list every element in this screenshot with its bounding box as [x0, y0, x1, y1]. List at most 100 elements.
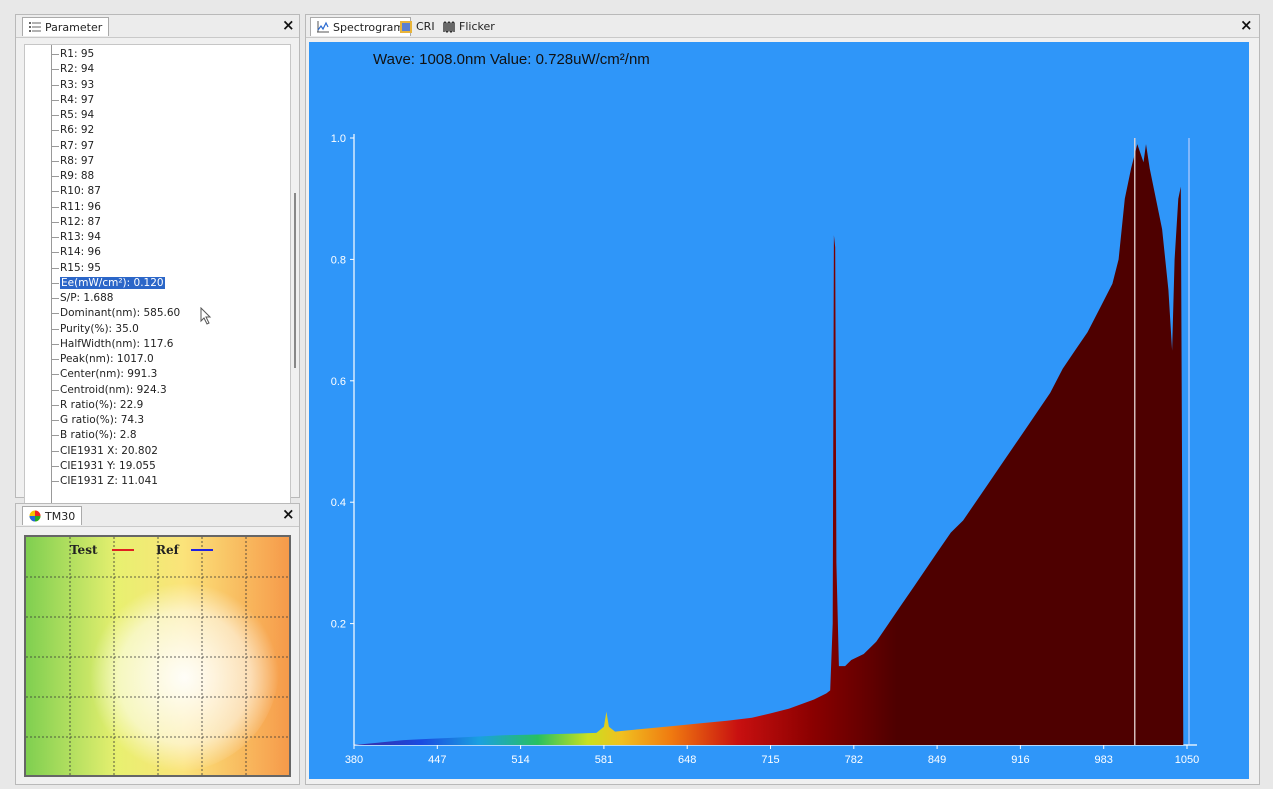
- parameter-item-label: R4: 97: [60, 93, 95, 106]
- spectrogram-chart[interactable]: Wave: 1008.0nm Value: 0.728uW/cm²/nm 380…: [309, 42, 1249, 779]
- tree-connector: [51, 298, 59, 299]
- parameter-item-label: R15: 95: [60, 261, 101, 274]
- parameter-item-label: CIE1931 X: 20.802: [60, 444, 158, 457]
- parameter-item[interactable]: S/P: 1.688: [60, 291, 113, 306]
- spectrogram-tabbar: Spectrogram CRI Flicker ×: [306, 15, 1259, 38]
- tm30-panel: TM30 × Test Ref: [15, 503, 300, 785]
- tree-connector: [51, 359, 59, 360]
- parameter-item[interactable]: R5: 94: [60, 108, 94, 123]
- tree-connector: [51, 313, 59, 315]
- parameter-item[interactable]: R9: 88: [60, 169, 94, 184]
- parameter-item[interactable]: R ratio(%): 22.9: [60, 398, 143, 413]
- parameter-item-label: HalfWidth(nm): 117.6: [60, 337, 174, 350]
- parameter-item[interactable]: Ee(mW/cm²): 0.120: [60, 276, 165, 291]
- parameter-item[interactable]: Center(nm): 991.3: [60, 367, 157, 382]
- parameter-item[interactable]: G ratio(%): 74.3: [60, 413, 144, 428]
- legend-ref-label: Ref: [156, 543, 180, 557]
- spectrum-area: [354, 144, 1184, 746]
- parameter-item-label: B ratio(%): 2.8: [60, 429, 137, 442]
- close-parameter-icon[interactable]: ×: [282, 16, 295, 34]
- x-tick-label: 715: [761, 754, 779, 766]
- parameter-item[interactable]: R13: 94: [60, 230, 101, 245]
- parameter-item-label: S/P: 1.688: [60, 292, 114, 304]
- parameter-item-label: R1: 95: [60, 48, 95, 60]
- tree-connector: [51, 145, 59, 147]
- parameter-item-label: R3: 93: [60, 78, 95, 91]
- parameter-item[interactable]: Purity(%): 35.0: [60, 322, 139, 337]
- parameter-item[interactable]: R11: 96: [60, 200, 101, 215]
- parameter-item-label: CIE1931 Z: 11.041: [60, 475, 158, 487]
- parameter-item-label: Centroid(nm): 924.3: [60, 383, 167, 396]
- tree-connector: [51, 191, 59, 193]
- tree-connector: [51, 160, 59, 162]
- tab-flicker[interactable]: Flicker: [437, 17, 501, 36]
- spectrogram-svg: Wave: 1008.0nm Value: 0.728uW/cm²/nm 380…: [331, 51, 1200, 766]
- tree-connector: [51, 450, 59, 452]
- parameter-item[interactable]: R3: 93: [60, 78, 94, 93]
- tm30-plot: Test Ref: [26, 537, 289, 775]
- parameter-tree[interactable]: R1: 95 R2: 94 R3: 93 R4: 97 R5: 94 R6: 92 R7: …: [24, 44, 291, 504]
- x-tick-label: 1050: [1175, 754, 1199, 766]
- wave-value-readout: Wave: 1008.0nm Value: 0.728uW/cm²/nm: [373, 51, 650, 68]
- parameter-item[interactable]: HalfWidth(nm): 117.6: [60, 337, 173, 352]
- tab-tm30[interactable]: TM30: [22, 506, 83, 525]
- parameter-item[interactable]: Centroid(nm): 924.3: [60, 383, 167, 398]
- parameter-item[interactable]: R2: 94: [60, 62, 94, 77]
- tree-connector: [51, 389, 59, 391]
- parameter-item[interactable]: CIE1931 Z: 11.041: [60, 474, 158, 489]
- tab-parameter[interactable]: Parameter: [22, 17, 110, 36]
- tree-connector: [51, 374, 59, 376]
- tree-connector: [51, 282, 59, 284]
- parameter-item-label: G ratio(%): 74.3: [60, 414, 145, 426]
- parameter-item[interactable]: R4: 97: [60, 93, 94, 108]
- parameter-item[interactable]: R12: 87: [60, 215, 101, 230]
- parameter-item-label: R14: 96: [60, 246, 101, 259]
- parameter-item-label: Peak(nm): 1017.0: [60, 353, 154, 365]
- parameter-tabbar: Parameter ×: [16, 15, 299, 38]
- parameter-scrollbar[interactable]: [294, 193, 296, 368]
- tree-connector: [51, 420, 59, 421]
- x-tick-label: 916: [1011, 754, 1029, 766]
- parameter-item[interactable]: R10: 87: [60, 184, 101, 199]
- tree-connector: [51, 465, 59, 467]
- tab-cri[interactable]: CRI: [394, 17, 441, 36]
- parameter-item-label: R13: 94: [60, 231, 101, 243]
- parameter-item-label: R11: 96: [60, 200, 101, 213]
- parameter-item-label: Center(nm): 991.3: [60, 368, 158, 381]
- parameter-item[interactable]: R7: 97: [60, 139, 94, 154]
- parameter-item-label: R7: 97: [60, 139, 95, 152]
- parameter-item-label: R12: 87: [60, 215, 101, 228]
- parameter-item[interactable]: R8: 97: [60, 154, 94, 169]
- close-spectrogram-icon[interactable]: ×: [1240, 16, 1253, 34]
- x-tick-label: 447: [428, 754, 446, 766]
- tree-connector: [51, 54, 59, 55]
- tab-parameter-label: Parameter: [45, 20, 103, 34]
- tree-connector: [51, 176, 59, 177]
- parameter-item-label: Dominant(nm): 585.60: [60, 307, 181, 320]
- parameter-item[interactable]: CIE1931 X: 20.802: [60, 444, 158, 459]
- tree-connector: [51, 221, 59, 223]
- parameter-item[interactable]: R1: 95: [60, 47, 94, 62]
- x-tick-label: 581: [595, 754, 613, 766]
- parameter-item-label: R2: 94: [60, 63, 95, 76]
- parameter-item-label: R8: 97: [60, 154, 95, 167]
- x-tick-label: 782: [845, 754, 863, 766]
- parameter-item[interactable]: R6: 92: [60, 123, 94, 138]
- parameter-item[interactable]: B ratio(%): 2.8: [60, 428, 137, 443]
- parameter-item[interactable]: R14: 96: [60, 245, 101, 260]
- tree-connector: [51, 481, 59, 482]
- parameter-item[interactable]: CIE1931 Y: 19.055: [60, 459, 156, 474]
- parameter-item[interactable]: Dominant(nm): 585.60: [60, 306, 180, 321]
- x-tick-label: 514: [511, 754, 529, 766]
- tree-connector: [51, 328, 59, 330]
- tab-tm30-label: TM30: [45, 509, 76, 523]
- parameter-item[interactable]: Peak(nm): 1017.0: [60, 352, 154, 367]
- x-tick-label: 983: [1095, 754, 1113, 766]
- x-tick-label: 380: [345, 754, 363, 766]
- close-tm30-icon[interactable]: ×: [282, 505, 295, 523]
- y-tick-label: 0.6: [331, 376, 346, 388]
- parameter-item-label: R5: 94: [60, 109, 95, 121]
- parameter-item[interactable]: R15: 95: [60, 261, 101, 276]
- parameter-panel: Parameter × R1: 95 R2: 94 R3: 93 R4: 97 R5: …: [15, 14, 300, 504]
- cri-icon: [400, 20, 412, 33]
